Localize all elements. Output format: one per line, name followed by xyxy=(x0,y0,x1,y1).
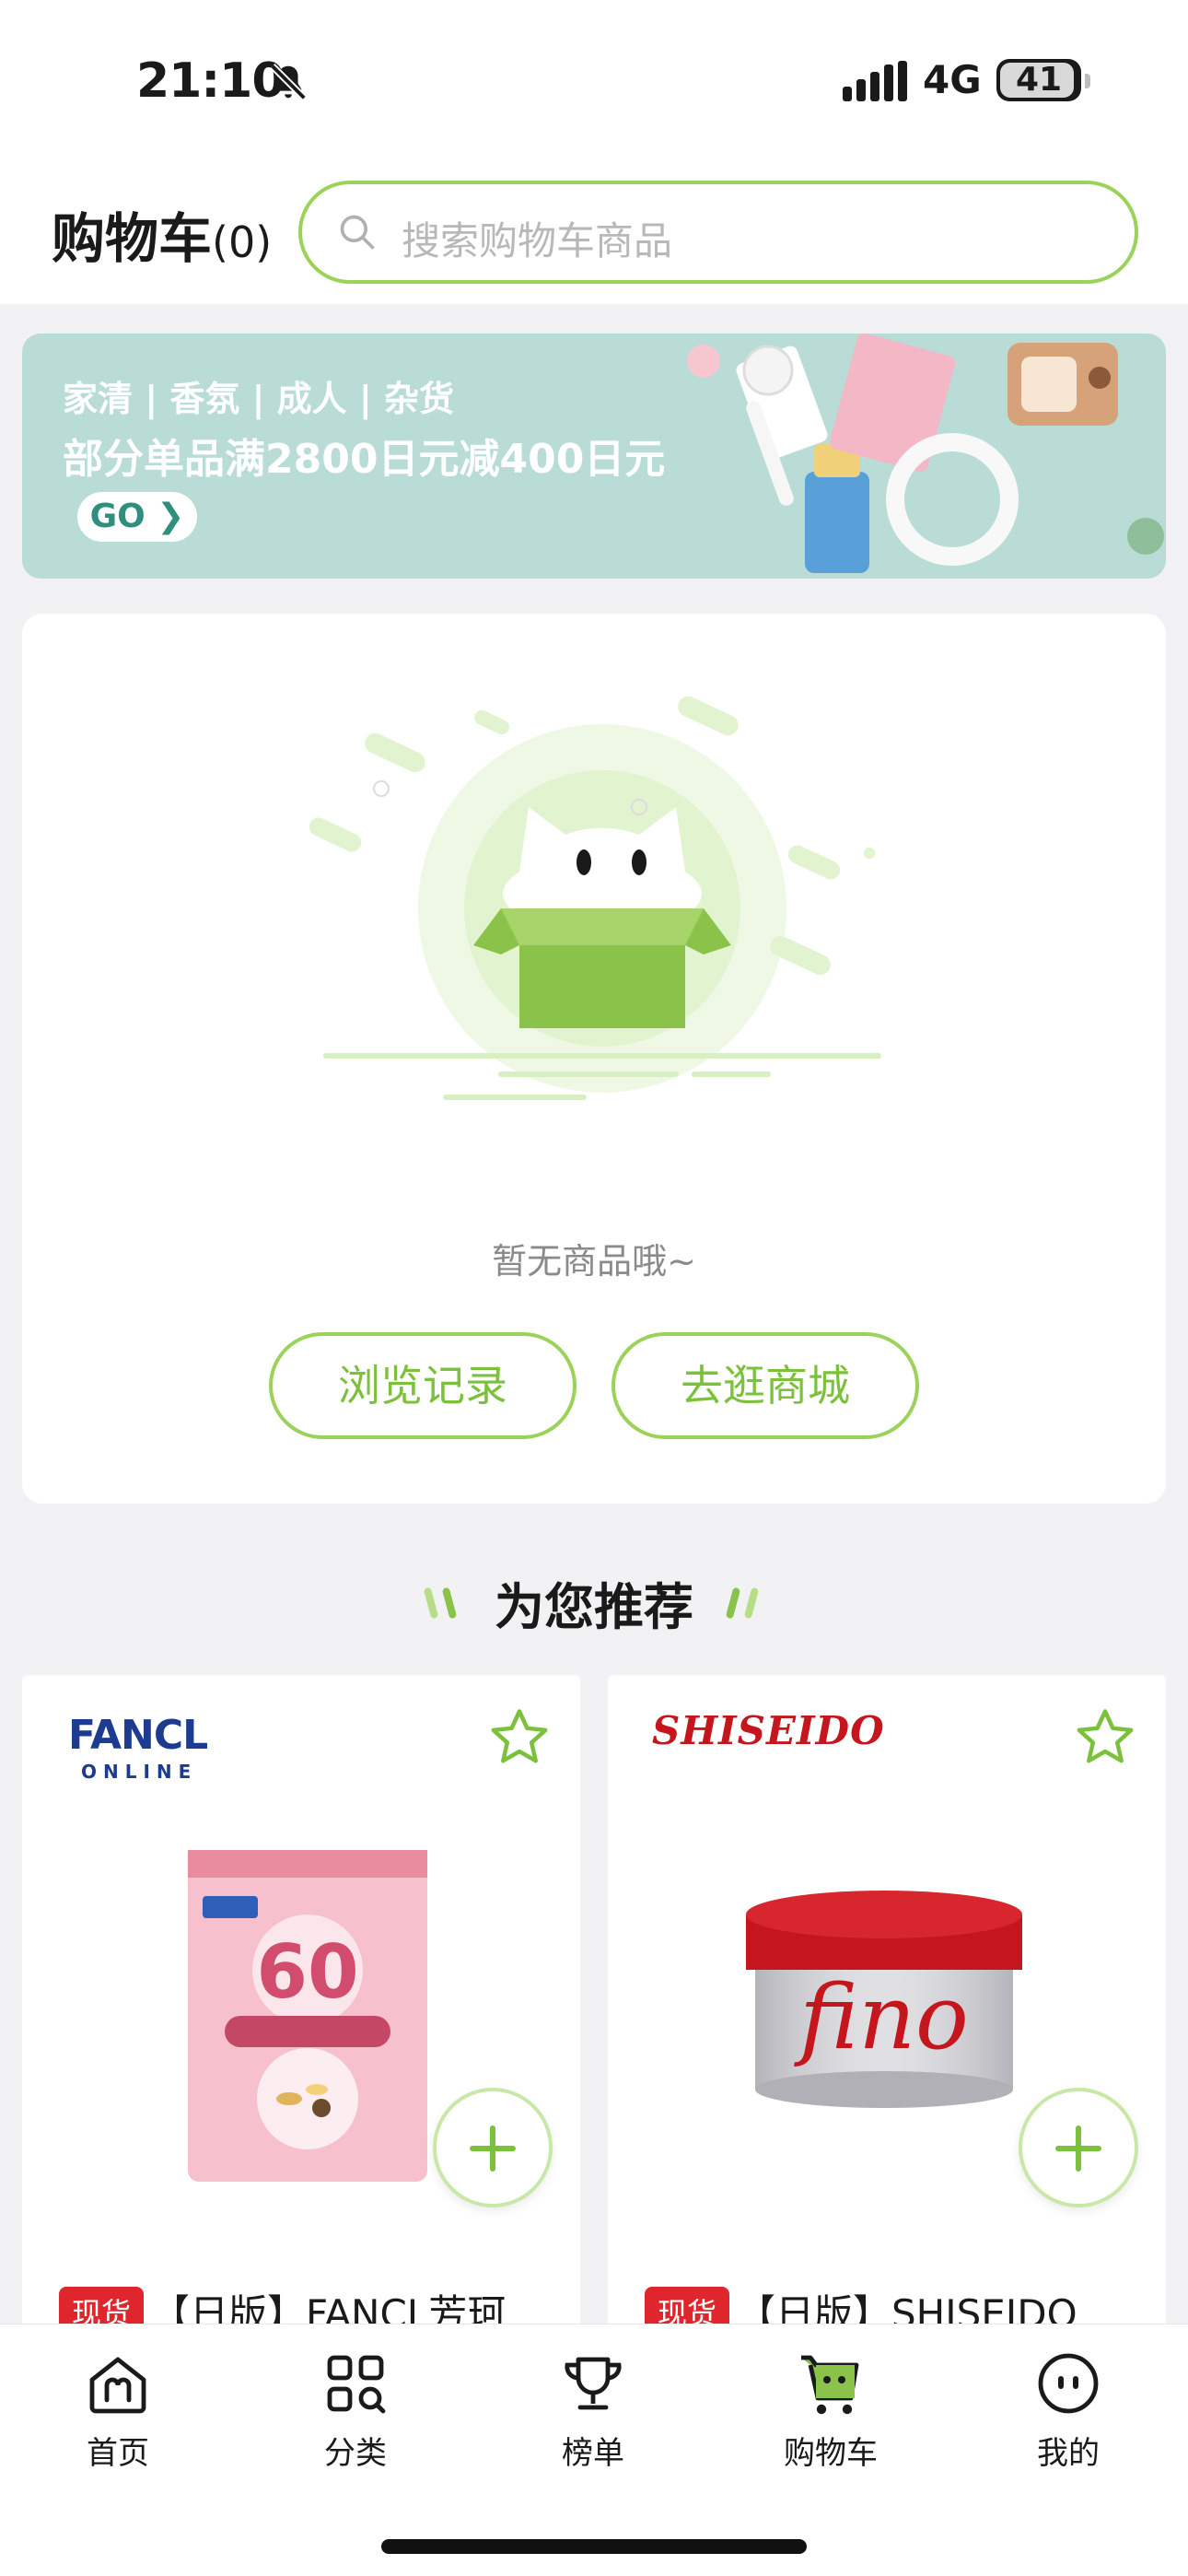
tab-home[interactable]: 首页 xyxy=(35,2347,201,2485)
tab-ranking[interactable]: 榜单 xyxy=(510,2347,676,2485)
recommend-heading: 为您推荐 xyxy=(0,1566,1188,1640)
brand-name: FANCL xyxy=(68,1712,208,1759)
product-image-fino-hair-mask: fino xyxy=(746,1891,1022,2108)
category-icon xyxy=(327,2355,386,2414)
cart-count: (0) xyxy=(212,217,273,267)
empty-cart-card: 暂无商品哦~ 浏览记录 去逛商城 xyxy=(22,614,1166,1504)
empty-message: 暂无商品哦~ xyxy=(492,1241,696,1282)
tab-category-label: 分类 xyxy=(324,2435,387,2472)
heading-deco-left-icon xyxy=(424,1587,457,1619)
cart-icon xyxy=(801,2355,859,2415)
battery-icon: 41 xyxy=(996,59,1090,101)
search-placeholder: 搜索购物车商品 xyxy=(402,218,673,263)
trophy-icon xyxy=(565,2357,622,2410)
empty-box-cat-illustration xyxy=(309,696,881,1100)
search-icon xyxy=(340,215,375,250)
brand-logo-fancl: FANCL ONLINE xyxy=(68,1712,208,1783)
page-title: 购物车(0) xyxy=(52,195,272,273)
brand-logo-shiseido: SHISEIDO xyxy=(652,1708,885,1753)
page-title-text: 购物车 xyxy=(52,207,213,270)
network-type: 4G xyxy=(923,57,982,102)
tab-home-label: 首页 xyxy=(87,2435,149,2472)
status-time: 21:10 xyxy=(136,53,285,109)
product-card[interactable]: FANCL ONLINE 60 现货 【日版】FANCL芳珂 xyxy=(22,1675,580,2338)
tab-cart-label: 购物车 xyxy=(784,2435,878,2472)
banner-product-illustration xyxy=(687,334,1164,573)
brand-subname: ONLINE xyxy=(81,1761,198,1783)
add-to-cart-button[interactable] xyxy=(1019,2088,1138,2207)
battery-level: 41 xyxy=(1015,61,1063,99)
favorite-star-icon[interactable] xyxy=(486,1704,553,1771)
home-indicator[interactable] xyxy=(381,2539,807,2554)
search-input[interactable]: 搜索购物车商品 xyxy=(298,181,1138,284)
home-icon xyxy=(89,2357,146,2414)
banner-promo: 部分单品满2800日元减400日元 xyxy=(63,436,666,483)
tab-profile[interactable]: 我的 xyxy=(985,2347,1151,2485)
svg-text:fino: fino xyxy=(794,1966,969,2069)
tab-category[interactable]: 分类 xyxy=(273,2347,438,2485)
page-header: 购物车(0) 搜索购物车商品 xyxy=(0,157,1188,304)
bell-muted-icon xyxy=(270,64,307,100)
svg-text:60: 60 xyxy=(256,1929,358,2015)
add-to-cart-button[interactable] xyxy=(433,2088,553,2207)
banner-categories: 家清 | 香氛 | 成人 | 杂货 xyxy=(63,379,455,419)
profile-icon xyxy=(1038,2353,1099,2414)
tab-cart[interactable]: 购物车 xyxy=(748,2347,914,2485)
tab-profile-label: 我的 xyxy=(1037,2435,1100,2472)
go-shopping-button[interactable]: 去逛商城 xyxy=(611,1332,919,1439)
favorite-star-icon[interactable] xyxy=(1072,1704,1138,1771)
product-image-fancl-supplement: 60 xyxy=(188,1850,427,2182)
tab-ranking-label: 榜单 xyxy=(562,2435,624,2472)
promo-banner[interactable]: 家清 | 香氛 | 成人 | 杂货 部分单品满2800日元减400日元 GO ❯ xyxy=(22,334,1166,579)
banner-go-button[interactable]: GO ❯ xyxy=(77,492,197,542)
status-bar: 21:10 4G 41 xyxy=(0,0,1188,157)
signal-icon xyxy=(843,61,907,101)
browse-history-button[interactable]: 浏览记录 xyxy=(269,1332,577,1439)
heading-deco-right-icon xyxy=(726,1587,759,1619)
bottom-tab-bar: 首页 分类 榜单 购物车 我的 xyxy=(0,2324,1188,2576)
recommend-title: 为您推荐 xyxy=(495,1578,693,1636)
product-card[interactable]: SHISEIDO fino 现货 【日版】SHISEIDO xyxy=(608,1675,1166,2338)
